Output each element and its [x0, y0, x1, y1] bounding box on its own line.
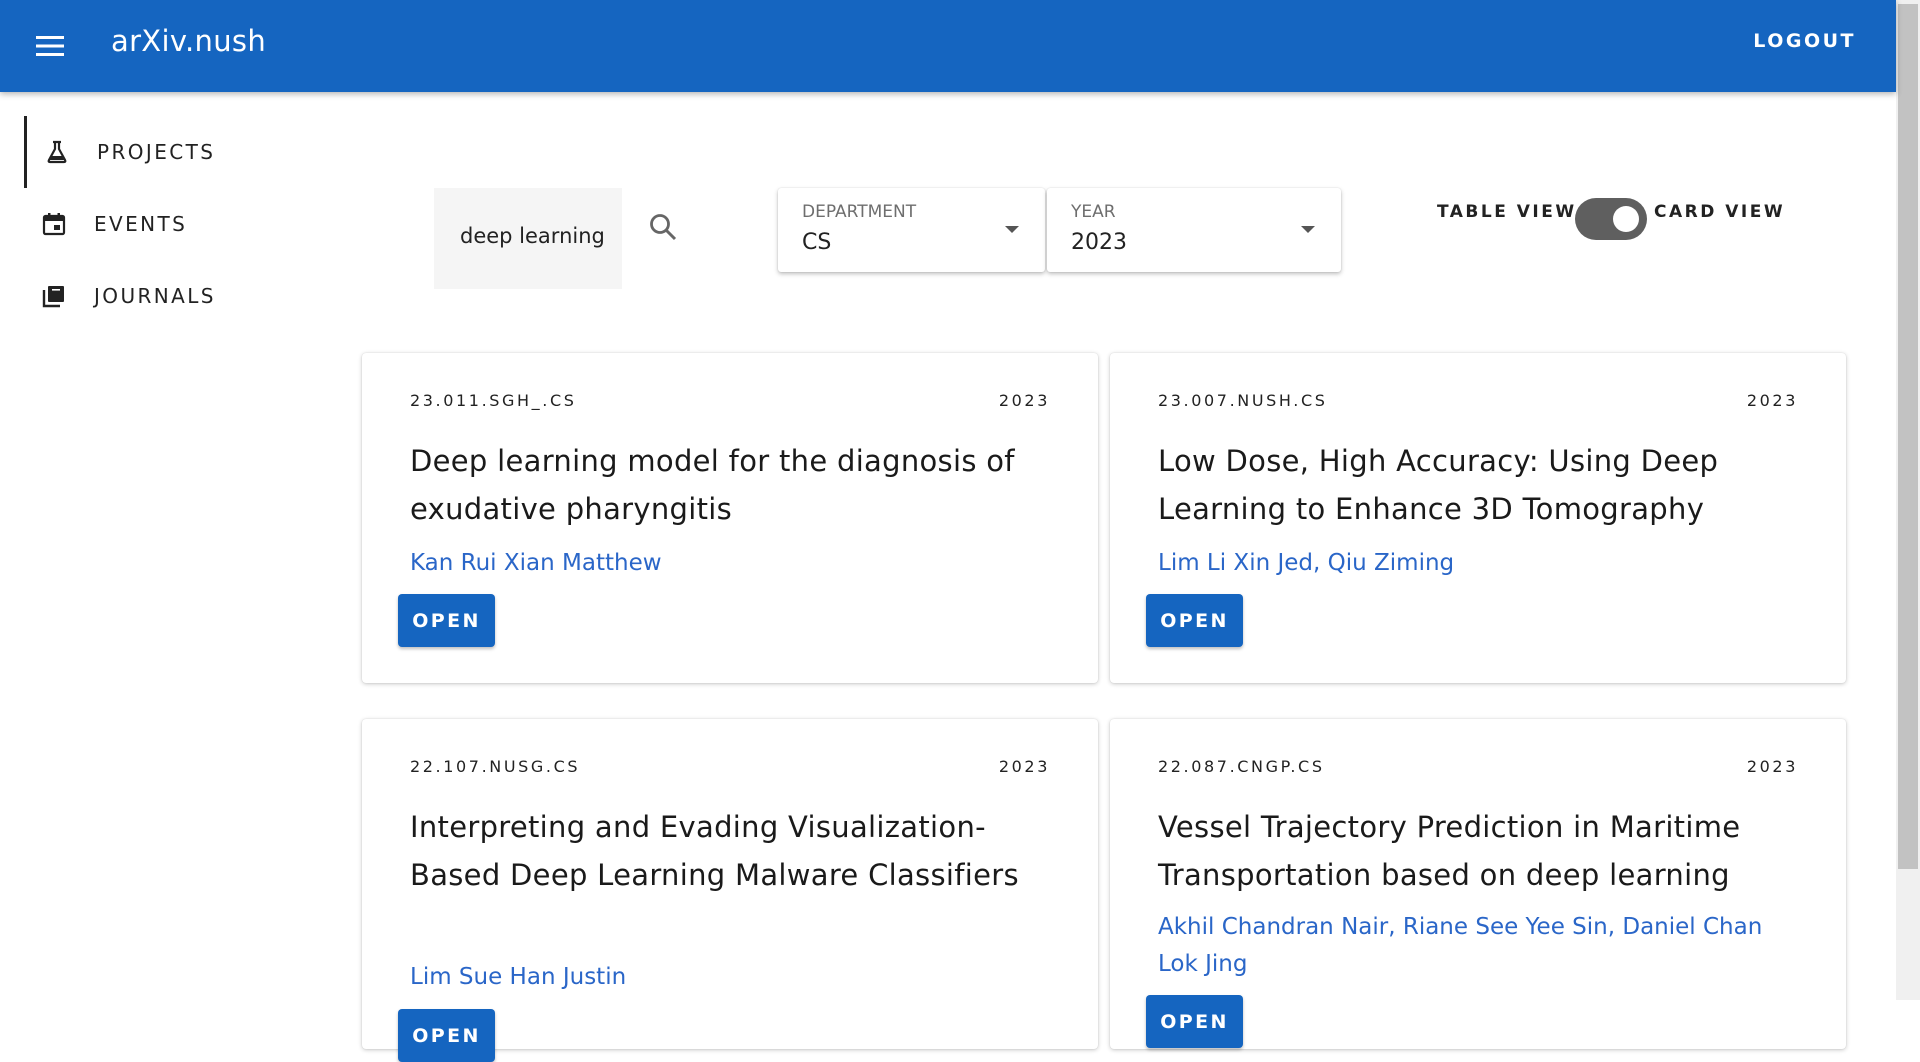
table-view-label: TABLE VIEW [1437, 202, 1577, 222]
author-list: Lim Sue Han Justin [410, 959, 1060, 996]
project-title: Interpreting and Evading Visualization-B… [410, 810, 1019, 892]
author-link[interactable]: Lim Li Xin Jed [1158, 550, 1313, 576]
department-select[interactable]: DEPARTMENT CS [778, 188, 1045, 272]
open-button[interactable]: OPEN [1146, 995, 1243, 1048]
scrollbar-thumb[interactable] [1898, 4, 1918, 869]
flask-icon [43, 138, 71, 166]
department-select-value: CS [802, 230, 832, 255]
logout-button[interactable]: LOGOUT [1753, 30, 1856, 52]
open-button[interactable]: OPEN [398, 1009, 495, 1062]
library-books-icon [40, 282, 68, 310]
project-id: 23.007.NUSH.CS [1158, 391, 1328, 410]
project-year: 2023 [1746, 391, 1798, 410]
sidebar-item-events[interactable]: EVENTS [24, 188, 324, 260]
year-select-value: 2023 [1071, 230, 1127, 255]
author-link[interactable]: Kan Rui Xian Matthew [410, 550, 662, 576]
year-select-label: YEAR [1071, 202, 1116, 222]
department-select-label: DEPARTMENT [802, 202, 917, 222]
card-view-label: CARD VIEW [1654, 202, 1786, 222]
switch-thumb [1613, 206, 1639, 232]
app-title[interactable]: arXiv.nush [111, 24, 266, 58]
sidebar-item-label: JOURNALS [94, 284, 216, 308]
sidebar-item-label: EVENTS [94, 212, 188, 236]
search-icon[interactable] [646, 210, 680, 244]
search-input[interactable] [458, 216, 608, 256]
project-id: 22.107.NUSG.CS [410, 757, 581, 776]
menu-icon[interactable] [30, 26, 70, 66]
sidebar-item-journals[interactable]: JOURNALS [24, 260, 324, 332]
author-link[interactable]: Akhil Chandran Nair [1158, 914, 1388, 940]
open-button[interactable]: OPEN [398, 594, 495, 647]
author-link[interactable]: Qiu Ziming [1328, 550, 1455, 576]
caret-down-icon [1005, 226, 1019, 233]
author-link[interactable]: Lim Sue Han Justin [410, 964, 626, 990]
project-title: Vessel Trajectory Prediction in Maritime… [1158, 810, 1741, 892]
author-separator: , [1313, 550, 1328, 576]
author-list: Lim Li Xin Jed, Qiu Ziming [1158, 545, 1808, 582]
calendar-icon [40, 210, 68, 238]
search-field[interactable] [434, 188, 622, 289]
year-select[interactable]: YEAR 2023 [1047, 188, 1341, 272]
project-id: 22.087.CNGP.CS [1158, 757, 1325, 776]
open-button[interactable]: OPEN [1146, 594, 1243, 647]
author-link[interactable]: Riane See Yee Sin [1403, 914, 1608, 940]
caret-down-icon [1301, 226, 1315, 233]
project-card: 23.007.NUSH.CS 2023 Low Dose, High Accur… [1110, 353, 1846, 683]
author-separator: , [1388, 914, 1403, 940]
project-id: 23.011.SGH_.CS [410, 391, 577, 410]
project-year: 2023 [998, 757, 1050, 776]
project-card: 23.011.SGH_.CS 2023 Deep learning model … [362, 353, 1098, 683]
author-list: Kan Rui Xian Matthew [410, 545, 1060, 582]
project-year: 2023 [1746, 757, 1798, 776]
sidebar-item-projects[interactable]: PROJECTS [24, 116, 324, 188]
sidebar-item-label: PROJECTS [97, 140, 216, 164]
author-list: Akhil Chandran Nair, Riane See Yee Sin, … [1158, 909, 1808, 983]
app-bar: arXiv.nush LOGOUT [0, 0, 1896, 92]
author-separator: , [1607, 914, 1623, 940]
project-title: Low Dose, High Accuracy: Using Deep Lear… [1158, 444, 1719, 526]
project-title: Deep learning model for the diagnosis of… [410, 444, 1015, 526]
sidebar: PROJECTS EVENTS JOURNALS [0, 92, 330, 1000]
project-year: 2023 [998, 391, 1050, 410]
view-toggle-switch[interactable] [1575, 198, 1647, 240]
